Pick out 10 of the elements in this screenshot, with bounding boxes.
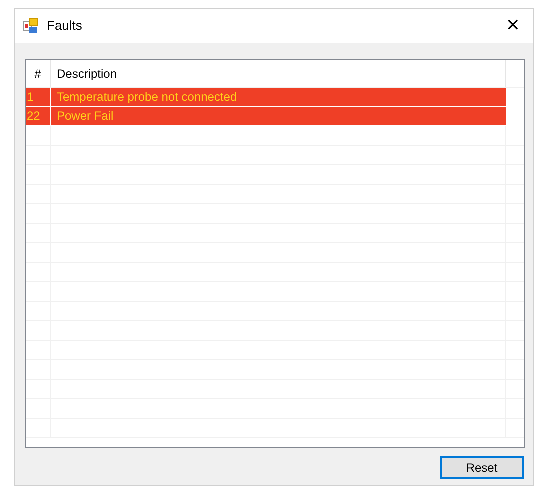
reset-button[interactable]: Reset [440,456,524,479]
close-button[interactable]: ✕ [501,14,525,38]
table-cell: 1 [26,88,51,106]
column-header[interactable]: Description [51,60,506,87]
table-cell-text: Power Fail [56,108,115,125]
window-title: Faults [47,17,82,36]
app-icon [23,18,39,34]
table-cell-text: Temperature probe not connected [56,89,238,106]
table-cell: 22 [26,107,51,125]
column-header[interactable]: # [26,60,51,87]
